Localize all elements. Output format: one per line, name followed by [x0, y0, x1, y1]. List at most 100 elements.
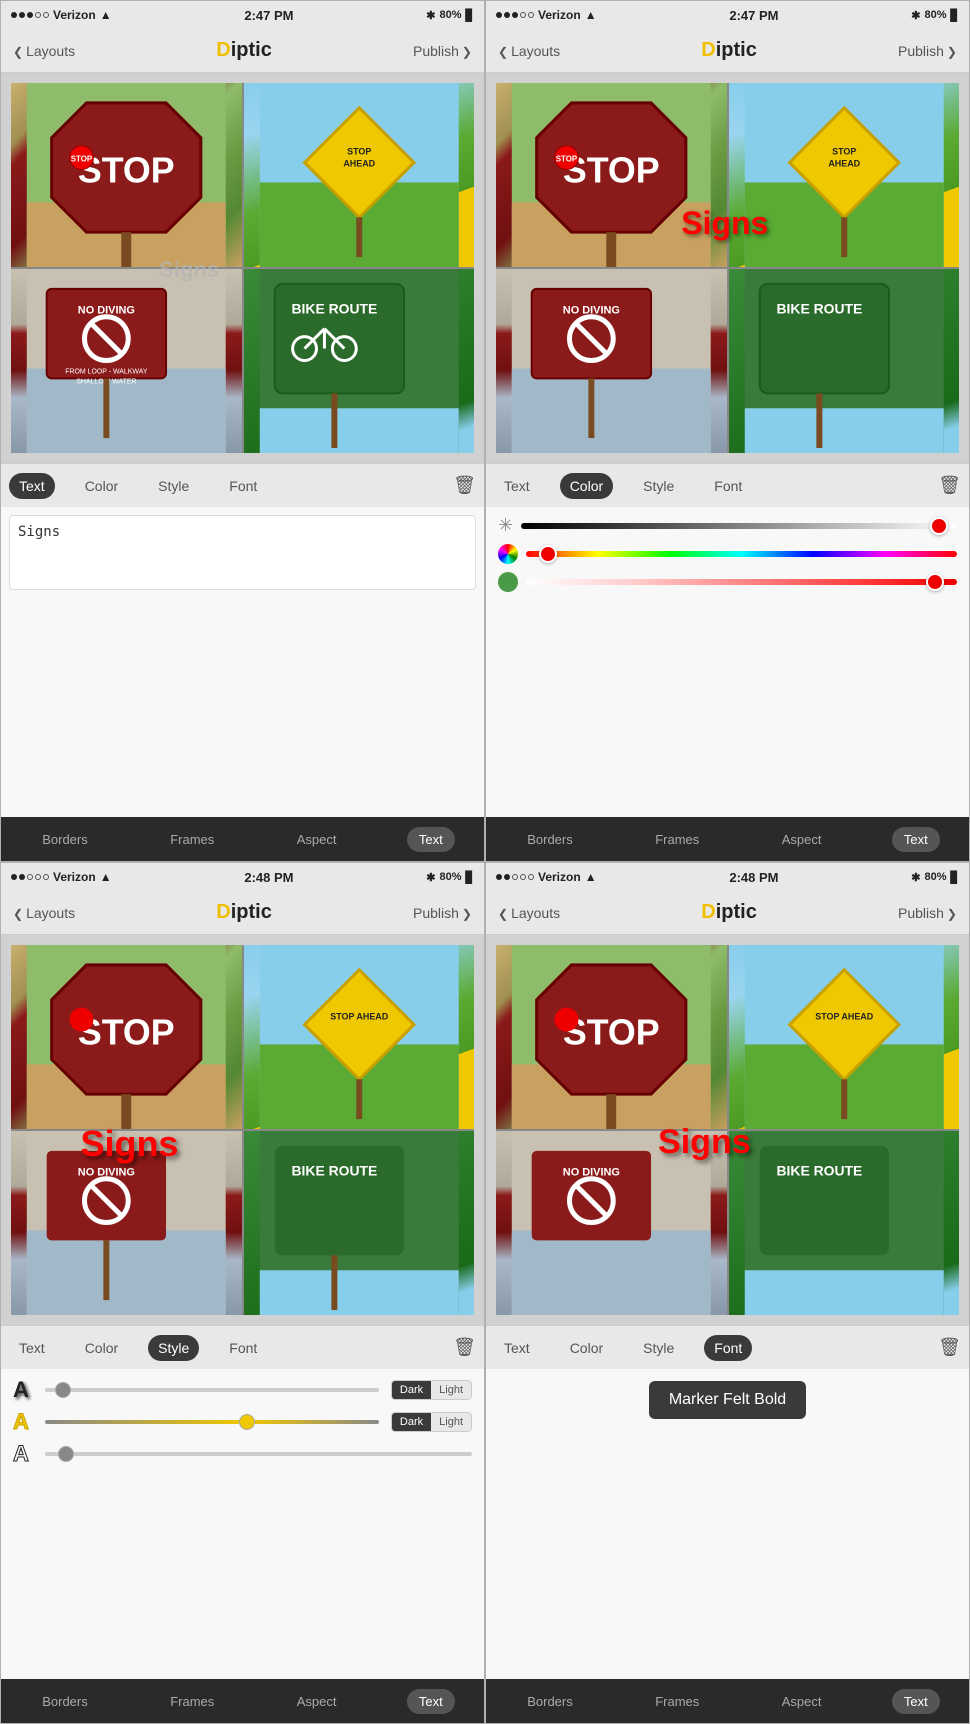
collage-1: STOP STOP STOP AHEAD	[11, 83, 474, 453]
bottom-tab-aspect-2[interactable]: Aspect	[770, 827, 834, 852]
bottom-tab-borders-4[interactable]: Borders	[515, 1689, 585, 1714]
tab-color-1[interactable]: Color	[75, 473, 128, 499]
status-left-3: Verizon ▲	[11, 870, 112, 884]
back-label-4: Layouts	[511, 905, 560, 921]
back-label-3: Layouts	[26, 905, 75, 921]
hue-row	[498, 544, 957, 564]
divider-v-1	[242, 83, 244, 453]
trash-icon-4[interactable]: 🗑	[938, 1337, 961, 1358]
tab-color-4[interactable]: Color	[560, 1335, 613, 1361]
signal-1	[11, 12, 49, 18]
tab-style-4[interactable]: Style	[633, 1335, 684, 1361]
trash-icon-1[interactable]: 🗑	[453, 475, 476, 496]
carrier-3: Verizon	[53, 870, 96, 884]
stroke-track[interactable]	[45, 1420, 379, 1424]
tab-color-2[interactable]: Color	[560, 473, 613, 499]
tab-style-2[interactable]: Style	[633, 473, 684, 499]
photo-stop-ahead-3: STOP AHEAD	[244, 945, 475, 1129]
photo-grid-1: STOP STOP STOP AHEAD	[11, 83, 474, 453]
publish-button-2[interactable]: Publish	[898, 43, 957, 59]
font-panel-4: Marker Felt Bold	[486, 1369, 969, 1431]
trash-icon-3[interactable]: 🗑	[453, 1337, 476, 1358]
photo-grid-2: STOP STOP STOP AHEAD	[496, 83, 959, 453]
time-3: 2:48 PM	[244, 870, 293, 885]
stroke-thumb[interactable]	[239, 1414, 255, 1430]
publish-button-3[interactable]: Publish	[413, 905, 472, 921]
publish-button-4[interactable]: Publish	[898, 905, 957, 921]
tab-font-3[interactable]: Font	[219, 1335, 267, 1361]
tab-style-1[interactable]: Style	[148, 473, 199, 499]
shadow-dark-btn[interactable]: Dark	[392, 1381, 431, 1399]
dot4	[35, 12, 41, 18]
tab-style-3[interactable]: Style	[148, 1335, 199, 1361]
back-button-3[interactable]: Layouts	[13, 905, 75, 921]
back-button-4[interactable]: Layouts	[498, 905, 560, 921]
bottom-tab-aspect-4[interactable]: Aspect	[770, 1689, 834, 1714]
hue-track[interactable]	[526, 551, 957, 557]
tab-text-2[interactable]: Text	[494, 473, 540, 499]
color-wheel-icon	[498, 544, 518, 564]
trash-icon-2[interactable]: 🗑	[938, 475, 961, 496]
tab-font-1[interactable]: Font	[219, 473, 267, 499]
tab-font-4[interactable]: Font	[704, 1335, 752, 1361]
tab-text-3[interactable]: Text	[9, 1335, 55, 1361]
shadow-light-btn[interactable]: Light	[431, 1381, 471, 1399]
svg-text:STOP: STOP	[556, 155, 578, 164]
back-chevron-4	[498, 905, 508, 921]
bottom-tab-text-1[interactable]: Text	[407, 827, 455, 852]
bottom-tab-borders-1[interactable]: Borders	[30, 827, 100, 852]
shadow-thumb[interactable]	[55, 1382, 71, 1398]
saturation-track[interactable]	[526, 579, 957, 585]
bottom-tab-frames-4[interactable]: Frames	[643, 1689, 711, 1714]
photo-no-diving-2: NO DIVING	[496, 269, 727, 453]
title-d-3: D	[216, 901, 230, 924]
bottom-tab-text-3[interactable]: Text	[407, 1689, 455, 1714]
photo-stop-ahead-4: STOP AHEAD	[729, 945, 960, 1129]
bottom-tab-aspect-1[interactable]: Aspect	[285, 827, 349, 852]
title-d-4: D	[701, 901, 715, 924]
carrier-4: Verizon	[538, 870, 581, 884]
back-button-2[interactable]: Layouts	[498, 43, 560, 59]
status-right-2: ✱ 80% ▊	[911, 9, 959, 22]
tab-font-2[interactable]: Font	[704, 473, 752, 499]
bottom-tab-frames-2[interactable]: Frames	[643, 827, 711, 852]
dot1-4	[496, 874, 502, 880]
dot5	[43, 12, 49, 18]
bottom-tab-borders-2[interactable]: Borders	[515, 827, 585, 852]
brightness-thumb[interactable]	[930, 517, 948, 535]
publish-button-1[interactable]: Publish	[413, 43, 472, 59]
text-input-1[interactable]: Signs	[9, 515, 476, 590]
screen-top-left: Verizon ▲ 2:47 PM ✱ 80% ▊ Layouts Diptic…	[0, 0, 485, 862]
glow-thumb[interactable]	[58, 1446, 74, 1462]
bottom-tab-text-2[interactable]: Text	[892, 827, 940, 852]
photo-bike-route-2: BIKE ROUTE	[729, 269, 960, 453]
title-rest-1: iptic	[231, 39, 272, 62]
stop-svg-1: STOP STOP	[11, 83, 242, 267]
font-name-display[interactable]: Marker Felt Bold	[649, 1381, 806, 1419]
dot5-2	[528, 12, 534, 18]
shadow-track[interactable]	[45, 1388, 379, 1392]
app-title-2: Diptic	[701, 39, 757, 62]
back-button-1[interactable]: Layouts	[13, 43, 75, 59]
publish-label-2: Publish	[898, 43, 944, 59]
brightness-row: ✳	[498, 515, 957, 536]
shadow-row: A Dark Light	[13, 1377, 472, 1403]
bottom-tab-borders-3[interactable]: Borders	[30, 1689, 100, 1714]
dot2-2	[504, 12, 510, 18]
photo-stop-3: STOP	[11, 945, 242, 1129]
tab-text-4[interactable]: Text	[494, 1335, 540, 1361]
bottom-tab-text-4[interactable]: Text	[892, 1689, 940, 1714]
bottom-tab-frames-3[interactable]: Frames	[158, 1689, 226, 1714]
glow-track[interactable]	[45, 1452, 472, 1456]
stroke-light-btn[interactable]: Light	[431, 1413, 471, 1431]
bottom-tab-frames-1[interactable]: Frames	[158, 827, 226, 852]
collage-4: STOP STOP AHEAD N	[496, 945, 959, 1315]
brightness-track[interactable]	[521, 523, 957, 529]
svg-text:STOP: STOP	[832, 147, 856, 157]
bottom-tab-aspect-3[interactable]: Aspect	[285, 1689, 349, 1714]
hue-thumb[interactable]	[539, 545, 557, 563]
tab-color-3[interactable]: Color	[75, 1335, 128, 1361]
stroke-dark-btn[interactable]: Dark	[392, 1413, 431, 1431]
saturation-thumb[interactable]	[926, 573, 944, 591]
tab-text-1[interactable]: Text	[9, 473, 55, 499]
